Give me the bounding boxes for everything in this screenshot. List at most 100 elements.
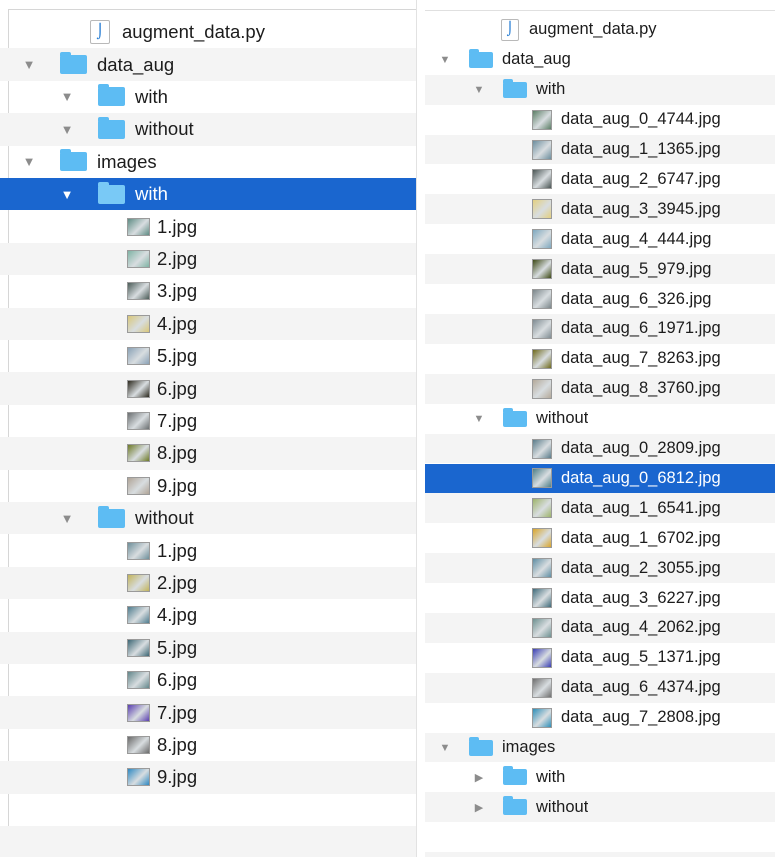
- file-row[interactable]: data_aug_2_3055.jpg: [425, 553, 775, 584]
- folder-row[interactable]: ▼ without: [425, 404, 775, 434]
- folder-row[interactable]: ▼ images: [0, 146, 416, 178]
- file-row[interactable]: 6.jpg: [0, 372, 416, 405]
- folder-row[interactable]: ▼ with: [0, 81, 416, 113]
- disclosure-triangle-expanded-icon[interactable]: ▼: [60, 511, 74, 526]
- file-row[interactable]: data_aug_0_4744.jpg: [425, 105, 775, 135]
- file-row[interactable]: 7.jpg: [0, 696, 416, 729]
- empty-row: [425, 822, 775, 852]
- disclosure-triangle-expanded-icon[interactable]: ▼: [60, 122, 74, 137]
- item-label: 9.jpg: [157, 474, 198, 496]
- item-label: data_aug_2_3055.jpg: [561, 558, 721, 577]
- disclosure-triangle-expanded-icon[interactable]: ▼: [60, 89, 74, 104]
- image-thumbnail-icon: [127, 735, 150, 754]
- divider: [425, 10, 775, 11]
- file-row[interactable]: 5.jpg: [0, 340, 416, 372]
- folder-row[interactable]: ▶ without: [425, 792, 775, 823]
- file-row[interactable]: data_aug_3_3945.jpg: [425, 194, 775, 225]
- file-row[interactable]: 8.jpg: [0, 729, 416, 761]
- disclosure-triangle-collapsed-icon[interactable]: ▶: [473, 771, 485, 784]
- item-label: images: [502, 738, 556, 757]
- item-label: data_aug_3_6227.jpg: [561, 588, 721, 607]
- folder-row[interactable]: ▼ without: [0, 113, 416, 146]
- folder-row[interactable]: ▶ with: [425, 763, 775, 793]
- file-row[interactable]: 9.jpg: [0, 470, 416, 502]
- file-row[interactable]: 3.jpg: [0, 275, 416, 307]
- image-thumbnail-icon: [532, 707, 552, 728]
- item-label: augment_data.py: [122, 21, 265, 43]
- image-thumbnail-icon: [127, 217, 150, 236]
- disclosure-triangle-expanded-icon[interactable]: ▼: [60, 187, 74, 202]
- item-label: without: [135, 118, 194, 140]
- file-row[interactable]: data_aug_1_1365.jpg: [425, 134, 775, 165]
- folder-row[interactable]: ▼ with: [425, 74, 775, 105]
- file-row[interactable]: 5.jpg: [0, 631, 416, 664]
- file-row[interactable]: data_aug_2_6747.jpg: [425, 165, 775, 195]
- disclosure-triangle-expanded-icon[interactable]: ▼: [439, 54, 451, 66]
- image-thumbnail-icon: [127, 347, 150, 366]
- folder-row[interactable]: ▼ data_aug: [0, 48, 416, 81]
- item-label: data_aug_4_444.jpg: [561, 229, 712, 248]
- folder-row[interactable]: ▼ without: [0, 502, 416, 535]
- file-row[interactable]: 4.jpg: [0, 599, 416, 631]
- file-row[interactable]: data_aug_6_326.jpg: [425, 284, 775, 314]
- image-thumbnail-icon: [532, 528, 552, 549]
- image-thumbnail-icon: [532, 348, 552, 369]
- item-label: data_aug_0_6812.jpg: [561, 468, 721, 487]
- item-label: augment_data.py: [529, 20, 657, 39]
- disclosure-triangle-expanded-icon[interactable]: ▼: [473, 84, 485, 96]
- file-row[interactable]: 1.jpg: [0, 210, 416, 242]
- disclosure-triangle-expanded-icon[interactable]: ▼: [22, 57, 36, 72]
- file-row[interactable]: 8.jpg: [0, 437, 416, 470]
- image-thumbnail-icon: [127, 768, 150, 787]
- image-thumbnail-icon: [532, 617, 552, 638]
- item-label: data_aug_8_3760.jpg: [561, 379, 721, 398]
- folder-row[interactable]: ▼ with: [0, 178, 416, 211]
- item-label: 8.jpg: [157, 442, 198, 464]
- right-file-browser: ⌡ augment_data.py ▼ data_aug ▼ with data_aug_0…: [425, 0, 775, 857]
- disclosure-triangle-expanded-icon[interactable]: ▼: [22, 154, 36, 169]
- item-label: data_aug_2_6747.jpg: [561, 169, 721, 188]
- image-thumbnail-icon: [532, 229, 552, 250]
- file-row[interactable]: ⌡ augment_data.py: [0, 16, 416, 48]
- folder-icon: [503, 796, 527, 816]
- file-row[interactable]: 2.jpg: [0, 566, 416, 600]
- folder-icon: [98, 116, 125, 139]
- file-row[interactable]: 9.jpg: [0, 761, 416, 794]
- file-row[interactable]: 6.jpg: [0, 664, 416, 696]
- file-row[interactable]: data_aug_6_1971.jpg: [425, 314, 775, 344]
- item-label: 7.jpg: [157, 409, 198, 431]
- disclosure-triangle-expanded-icon[interactable]: ▼: [439, 742, 451, 754]
- file-row[interactable]: data_aug_3_6227.jpg: [425, 583, 775, 613]
- file-row[interactable]: data_aug_7_2808.jpg: [425, 703, 775, 733]
- image-thumbnail-icon: [127, 249, 150, 268]
- file-row[interactable]: data_aug_4_2062.jpg: [425, 613, 775, 643]
- file-row[interactable]: 1.jpg: [0, 534, 416, 566]
- file-row[interactable]: ⌡ augment_data.py: [425, 15, 775, 45]
- file-row[interactable]: 4.jpg: [0, 307, 416, 340]
- file-row[interactable]: data_aug_5_1371.jpg: [425, 643, 775, 673]
- file-row[interactable]: data_aug_6_4374.jpg: [425, 672, 775, 703]
- file-row[interactable]: data_aug_4_444.jpg: [425, 224, 775, 254]
- image-thumbnail-icon: [532, 259, 552, 280]
- item-label: 3.jpg: [157, 280, 198, 302]
- folder-row[interactable]: ▼ data_aug: [425, 45, 775, 75]
- file-row[interactable]: data_aug_1_6541.jpg: [425, 493, 775, 524]
- image-thumbnail-icon: [127, 541, 150, 560]
- file-row[interactable]: 2.jpg: [0, 242, 416, 276]
- file-row[interactable]: data_aug_0_2809.jpg: [425, 433, 775, 464]
- disclosure-triangle-collapsed-icon[interactable]: ▶: [473, 801, 485, 814]
- file-row[interactable]: data_aug_8_3760.jpg: [425, 373, 775, 404]
- file-row[interactable]: data_aug_1_6702.jpg: [425, 523, 775, 553]
- disclosure-triangle-expanded-icon[interactable]: ▼: [473, 413, 485, 425]
- item-label: 6.jpg: [157, 377, 198, 399]
- file-row[interactable]: 7.jpg: [0, 405, 416, 437]
- divider: [8, 9, 416, 10]
- file-row[interactable]: data_aug_5_979.jpg: [425, 254, 775, 285]
- item-label: with: [536, 767, 566, 786]
- folder-row[interactable]: ▼ images: [425, 732, 775, 763]
- file-row[interactable]: data_aug_7_8263.jpg: [425, 344, 775, 374]
- folder-icon: [503, 407, 527, 427]
- folder-icon: [469, 736, 493, 756]
- file-row[interactable]: data_aug_0_6812.jpg: [425, 463, 775, 494]
- item-label: 6.jpg: [157, 669, 198, 691]
